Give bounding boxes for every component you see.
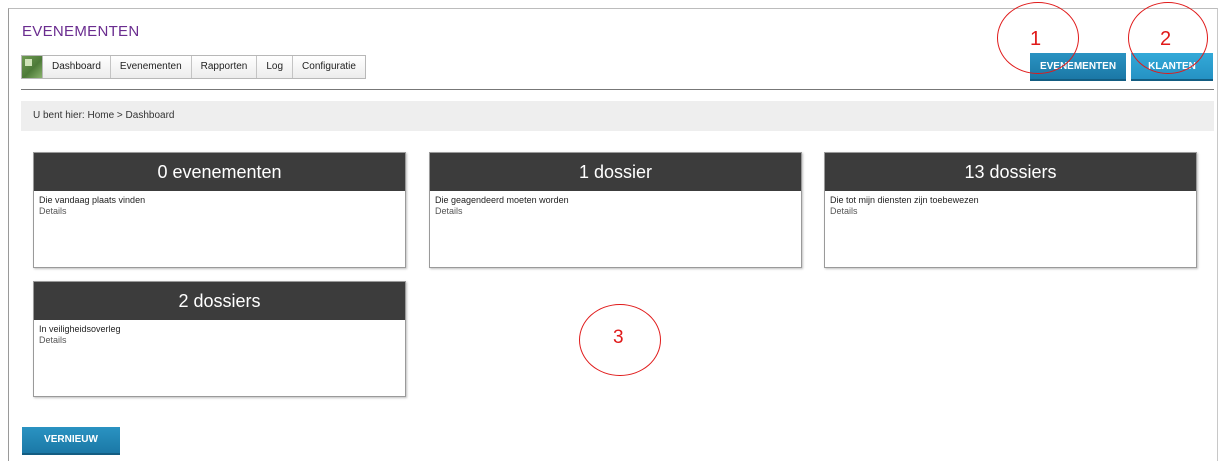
card-details-link[interactable]: Details (825, 205, 1196, 217)
card-details-link[interactable]: Details (34, 205, 405, 217)
dashboard-card-events-today: 0 evenementen Die vandaag plaats vinden … (33, 152, 406, 268)
main-menu: Dashboard Evenementen Rapporten Log Conf… (21, 55, 366, 79)
card-title: 2 dossiers (34, 282, 405, 320)
app-title: EVENEMENTEN (22, 23, 140, 40)
card-description: In veiligheidsoverleg (39, 324, 121, 334)
card-description: Die vandaag plaats vinden (39, 195, 146, 205)
card-title: 0 evenementen (34, 153, 405, 191)
breadcrumb-bar: U bent hier: Home > Dashboard (21, 101, 1214, 131)
evenementen-button[interactable]: EVENEMENTEN (1030, 53, 1126, 81)
dashboard-card-assigned: 13 dossiers Die tot mijn diensten zijn t… (824, 152, 1197, 268)
klanten-button[interactable]: KLANTEN (1131, 53, 1213, 81)
menu-item-rapporten[interactable]: Rapporten (192, 56, 258, 78)
menu-item-configuratie[interactable]: Configuratie (293, 56, 365, 78)
card-description: Die tot mijn diensten zijn toebewezen (830, 195, 979, 205)
menu-item-log[interactable]: Log (257, 56, 294, 78)
dashboard-card-to-schedule: 1 dossier Die geagendeerd moeten worden … (429, 152, 802, 268)
card-title: 13 dossiers (825, 153, 1196, 191)
menu-item-dashboard[interactable]: Dashboard (43, 56, 111, 78)
breadcrumb: U bent hier: Home > Dashboard (33, 110, 175, 121)
app-logo-icon (22, 56, 43, 78)
refresh-button[interactable]: VERNIEUW (22, 427, 120, 455)
card-details-link[interactable]: Details (34, 334, 405, 346)
dashboard-card-safety-meeting: 2 dossiers In veiligheidsoverleg Details (33, 281, 406, 397)
header-divider (21, 89, 1214, 90)
card-description: Die geagendeerd moeten worden (435, 195, 569, 205)
menu-item-evenementen[interactable]: Evenementen (111, 56, 192, 78)
card-details-link[interactable]: Details (430, 205, 801, 217)
card-title: 1 dossier (430, 153, 801, 191)
